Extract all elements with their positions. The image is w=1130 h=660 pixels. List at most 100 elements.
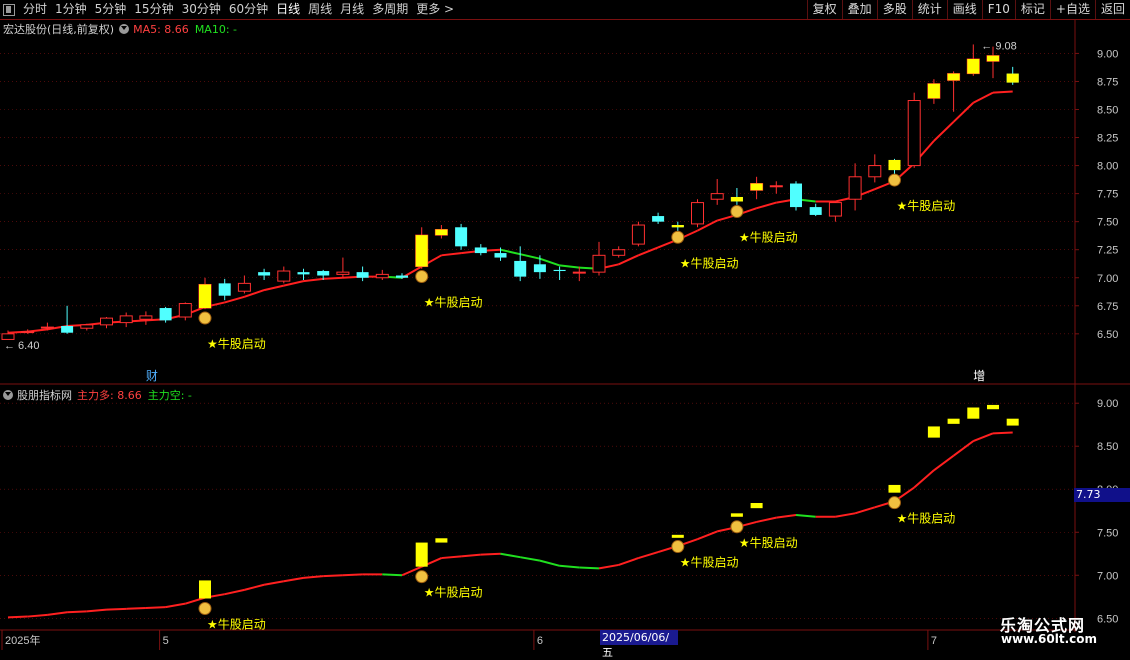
signal-label: ★牛股启动 [739, 229, 798, 244]
money-bag-icon [730, 520, 744, 534]
indicator-tick-label: 8.50 [1097, 441, 1118, 453]
candle-body-down [474, 247, 487, 254]
indicator-signal-label: ★牛股启动 [424, 585, 483, 600]
candle-body-up [691, 202, 704, 225]
indicator-line-segment [323, 574, 343, 578]
indicator-line-segment [382, 573, 403, 577]
candle-body-down [809, 207, 822, 215]
indicator-line-segment [835, 512, 856, 518]
toolbar-button-4[interactable]: 画线 [946, 0, 982, 19]
signal-label: ★牛股启动 [207, 336, 266, 351]
ma5-line-segment [303, 277, 324, 283]
candle-body-down [61, 325, 74, 333]
candle-body-down [396, 275, 408, 278]
money-bag-icon [198, 601, 212, 615]
indicator-bar [927, 426, 940, 438]
layout-icon[interactable] [3, 3, 15, 16]
indicator-line-segment [579, 566, 600, 570]
toolbar-button-1[interactable]: 叠加 [841, 0, 877, 19]
candle-body-up [631, 224, 645, 245]
price-tick-label: 8.75 [1097, 76, 1118, 88]
indicator-line-segment [598, 563, 619, 570]
price-tick-label: 7.50 [1097, 217, 1118, 229]
low-price-marker: ← 6.40 [4, 340, 39, 352]
money-bag-icon [730, 204, 744, 218]
toolbar-button-2[interactable]: 多股 [876, 0, 912, 19]
indicator-bar [888, 484, 901, 493]
indicator-line-segment [461, 553, 481, 558]
tab-period-2[interactable]: 5分钟 [91, 0, 131, 19]
toolbar-button-5[interactable]: F10 [981, 0, 1015, 19]
price-tick-label: 8.50 [1097, 104, 1118, 116]
indicator-line-segment [165, 602, 186, 609]
money-bag-icon [415, 270, 429, 284]
indicator-tick-label: 7.00 [1097, 570, 1118, 582]
tab-period-9[interactable]: 多周期 [368, 0, 412, 19]
tab-period-4[interactable]: 30分钟 [178, 0, 225, 19]
indicator-tick-label: 7.50 [1097, 527, 1118, 539]
tab-period-6[interactable]: 日线 [272, 0, 304, 19]
price-tick-label: 9.00 [1097, 48, 1118, 60]
candle-body-down [258, 272, 271, 276]
tab-period-10[interactable]: 更多 > [412, 0, 458, 19]
tab-period-3[interactable]: 15分钟 [130, 0, 177, 19]
tab-period-7[interactable]: 周线 [304, 0, 336, 19]
toolbar-button-8[interactable]: 返回 [1094, 0, 1130, 19]
tab-period-5[interactable]: 60分钟 [225, 0, 272, 19]
money-bag-icon [888, 173, 901, 187]
indicator-current-value: 7.73 [1074, 488, 1130, 502]
toolbar-button-7[interactable]: +自选 [1049, 0, 1095, 19]
toolbar-button-0[interactable]: 复权 [806, 0, 842, 19]
signal-label: ★牛股启动 [897, 198, 956, 213]
candle-body-up [710, 193, 724, 200]
candle-body-up [868, 165, 882, 178]
ma5-line-segment [933, 121, 955, 142]
tab-period-8[interactable]: 月线 [336, 0, 368, 19]
indicator-bar [947, 418, 960, 424]
price-tick-label: 8.00 [1097, 161, 1118, 173]
ma5-line-segment [756, 201, 777, 210]
kline-chart[interactable]: 9.00 8.75 8.50 8.25 8.00 7.75 7.50 7.25 7.00 6.75… [0, 20, 1130, 650]
period-toolbar: 分时 1分钟 5分钟 15分钟 30分钟 60分钟 日线 周线 月线 多周期 更多 > 复权 叠加 多股… [0, 0, 1130, 20]
signal-candle [730, 196, 743, 202]
price-tick-label: 7.00 [1097, 273, 1118, 285]
indicator-line-segment [126, 606, 146, 610]
ma5-line-segment [638, 246, 659, 257]
indicator-line-segment [520, 556, 541, 562]
indicator-line-segment [441, 555, 462, 560]
indicator-line-segment [697, 530, 718, 541]
indicator-line-segment [795, 514, 816, 518]
indicator-line-segment [618, 557, 639, 566]
indicator-line-segment [263, 580, 284, 586]
candle-body-down [533, 264, 546, 273]
indicator-line-segment [303, 575, 324, 579]
indicator-bar [1006, 418, 1019, 426]
signal-candle [888, 159, 901, 171]
toolbar-button-6[interactable]: 标记 [1014, 0, 1050, 19]
indicator-bar [199, 580, 211, 599]
toolbar-buttons: 复权 叠加 多股 统计 画线 F10 标记 +自选 返回 [806, 0, 1130, 19]
price-tick-label: 6.75 [1097, 301, 1118, 313]
indicator-line-segment [756, 516, 777, 523]
candle-body-down [494, 253, 507, 258]
money-bag-icon [671, 540, 685, 554]
candle-body-down [514, 260, 527, 277]
yellow-candle [987, 55, 999, 62]
tab-period-1[interactable]: 1分钟 [51, 0, 91, 19]
ma5-line-segment [323, 276, 343, 280]
toolbar-button-3[interactable]: 统计 [911, 0, 947, 19]
indicator-line-segment [67, 610, 87, 614]
yellow-candle [750, 183, 763, 191]
indicator-line-segment [342, 573, 363, 577]
tab-period-0[interactable]: 分时 [19, 0, 51, 19]
indicator-bar [435, 538, 448, 543]
signal-candle [671, 225, 684, 228]
indicator-line-segment [854, 506, 876, 515]
ma5-line-segment [263, 284, 285, 292]
indicator-signal-label: ★牛股启动 [897, 511, 956, 526]
ma5-line-segment [224, 295, 245, 304]
indicator-line-segment [539, 559, 560, 567]
signal-candle [199, 284, 211, 309]
indicator-line-segment [776, 514, 797, 519]
yellow-candle [1006, 73, 1019, 83]
